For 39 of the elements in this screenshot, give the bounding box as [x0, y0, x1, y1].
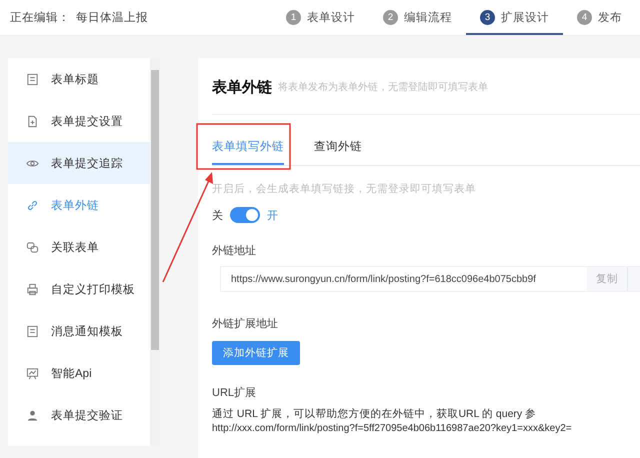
- linked-squares-icon: [26, 240, 39, 254]
- step-tab[interactable]: 3 扩展设计: [466, 0, 563, 35]
- toggle-switch[interactable]: [230, 207, 260, 223]
- printer-icon: [26, 282, 39, 296]
- document-plus-icon: [26, 114, 39, 128]
- sidebar-item[interactable]: 关联表单: [8, 226, 150, 268]
- panel-subtitle: 将表单发布为表单外链，无需登陆即可填写表单: [278, 80, 488, 94]
- document-icon: [26, 324, 39, 338]
- panel-title: 表单外链: [212, 78, 272, 96]
- sidebar-item[interactable]: 智能Api: [8, 352, 150, 394]
- chart-icon: [26, 366, 39, 380]
- step-tab[interactable]: 2 编辑流程: [369, 0, 466, 35]
- link-label: 外链地址: [212, 244, 257, 258]
- step-tab[interactable]: 4 发布: [563, 0, 636, 35]
- editing-label: 正在编辑：: [10, 10, 70, 25]
- user-icon: [26, 408, 39, 422]
- sidebar-item[interactable]: 消息通知模板: [8, 310, 150, 352]
- step-number: 4: [577, 10, 592, 25]
- on-label: 开: [267, 208, 278, 222]
- link-icon: [26, 198, 39, 212]
- extension-label: 外链扩展地址: [212, 316, 279, 331]
- step-number: 3: [480, 10, 495, 25]
- url-example: http://xxx.com/form/link/posting?f=5ff27095e4b06b116987ae20?key1=xxx&key2=: [212, 423, 573, 434]
- sidebar-item[interactable]: 表单标题: [8, 58, 150, 100]
- step-number: 2: [383, 10, 398, 25]
- sidebar-item[interactable]: 表单提交设置: [8, 100, 150, 142]
- sidebar-item[interactable]: 表单提交追踪: [8, 142, 150, 184]
- document-icon: [26, 72, 39, 86]
- form-name: 每日体温上报: [76, 10, 148, 25]
- sidebar-item[interactable]: 自定义打印模板: [8, 268, 150, 310]
- off-label: 关: [212, 208, 223, 222]
- scrollbar[interactable]: [150, 58, 160, 446]
- tab[interactable]: 查询外链: [314, 127, 362, 165]
- sidebar-item[interactable]: 表单提交验证: [8, 394, 150, 436]
- hint-text: 开启后，会生成表单填写链接，无需登录即可填写表单: [212, 182, 477, 196]
- step-tab[interactable]: 1 表单设计: [272, 0, 369, 35]
- url-description: 通过 URL 扩展，可以帮助您方便的在外链中，获取URL 的 query 参: [212, 407, 538, 421]
- url-heading: URL扩展: [212, 386, 258, 400]
- step-number: 1: [286, 10, 301, 25]
